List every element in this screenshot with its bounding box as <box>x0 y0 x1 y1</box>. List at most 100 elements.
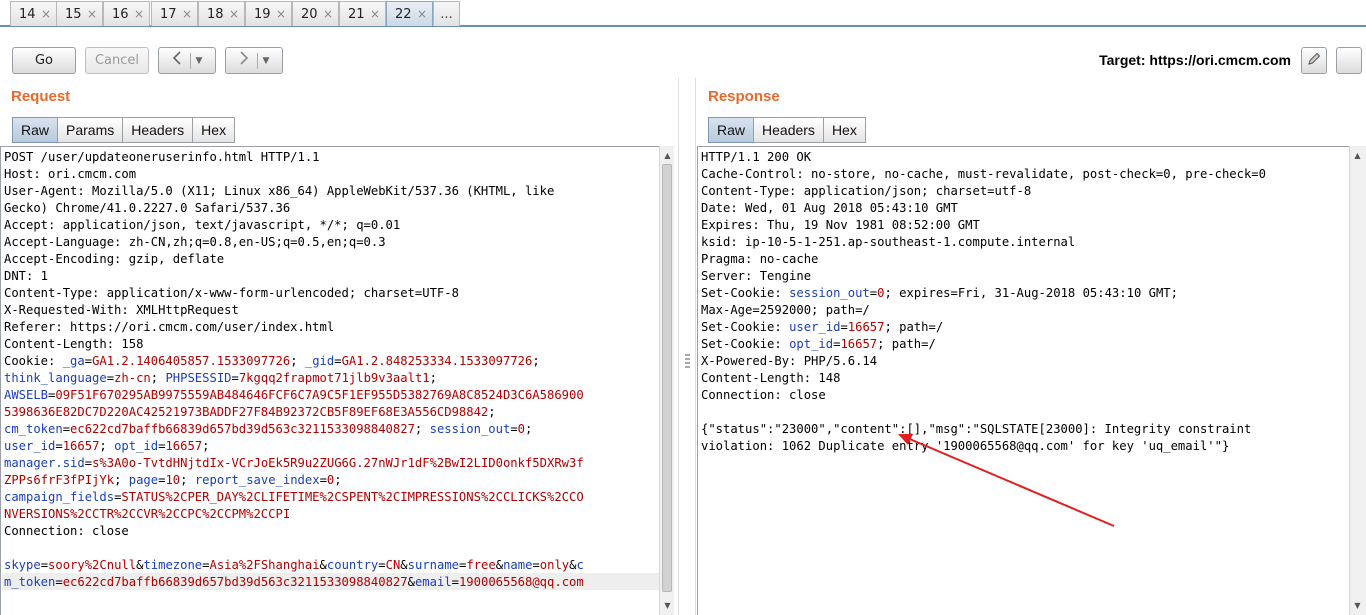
close-icon[interactable]: × <box>323 7 333 21</box>
tab-16[interactable]: 16 × <box>103 1 150 26</box>
chevron-right-icon <box>239 50 249 71</box>
response-tab-headers[interactable]: Headers <box>753 117 824 143</box>
request-tab-raw[interactable]: Raw <box>12 117 59 143</box>
param-name: cm_token <box>4 422 63 436</box>
close-icon[interactable]: × <box>41 7 51 21</box>
request-tab-hex[interactable]: Hex <box>192 117 236 143</box>
tab-20[interactable]: 20 × <box>292 1 339 26</box>
param-name: opt_id <box>114 439 159 453</box>
text-segment: Pragma: no-cache <box>701 252 819 266</box>
forward-dropdown-caret-icon[interactable]: ▼ <box>263 56 270 66</box>
request-scrollbar[interactable]: ▲ ▼ <box>659 146 674 615</box>
request-tab-params[interactable]: Params <box>57 117 124 143</box>
text-segment: = <box>55 439 63 453</box>
text-segment: Cookie: <box>4 354 63 368</box>
scroll-up-icon[interactable]: ▲ <box>1350 148 1365 163</box>
tab-19[interactable]: 19 × <box>245 1 292 26</box>
param-value: ec622cd7baffb66839d657bd39d563c321153309… <box>62 575 408 589</box>
response-line: {"status":"23000","content":[],"msg":"SQ… <box>701 421 1266 438</box>
request-line: Cookie: _ga=GA1.2.1406405857.1533097726;… <box>4 353 584 370</box>
text-segment: ; <box>150 371 166 385</box>
param-value: ec622cd7baffb66839d657bd39d563c321153309… <box>70 422 415 436</box>
response-raw-text: HTTP/1.1 200 OK Cache-Control: no-store, … <box>701 149 1266 455</box>
close-icon[interactable]: × <box>370 7 380 21</box>
tab-17[interactable]: 17 × <box>151 1 198 26</box>
param-value: 7kgqq2frapmot71jlb9v3aalt1 <box>238 371 430 385</box>
response-tab-raw[interactable]: Raw <box>708 117 755 143</box>
scroll-down-icon[interactable]: ▼ <box>660 598 675 613</box>
param-value: 5398636E82DC7D220AC42521973BADDF27F84B92… <box>4 405 489 419</box>
text-segment: = <box>451 575 459 589</box>
text-segment: ; <box>180 473 195 487</box>
tab-14[interactable]: 14 × <box>10 1 57 26</box>
text-segment: = <box>532 558 540 572</box>
scroll-up-icon[interactable]: ▲ <box>660 148 675 163</box>
response-line: HTTP/1.1 200 OK <box>701 149 1266 166</box>
response-line: X-Powered-By: PHP/5.6.14 <box>701 353 1266 370</box>
response-line: Connection: close <box>701 387 1266 404</box>
back-dropdown-caret-icon[interactable]: ▼ <box>196 56 203 66</box>
param-value: CN <box>385 558 401 572</box>
help-button[interactable] <box>1336 47 1362 74</box>
text-segment: Connection: close <box>4 524 129 538</box>
request-line: manager.sid=s%3A0o-TvtdHNjtdIx-VCrJoEk5R… <box>4 455 584 472</box>
text-segment: Set-Cookie: <box>701 286 790 300</box>
tab-15[interactable]: 15 × <box>56 1 103 26</box>
response-line: Content-Type: application/json; charset=… <box>701 183 1266 200</box>
text-segment: Server: Tengine <box>701 269 812 283</box>
close-icon[interactable]: × <box>134 7 144 21</box>
text-segment: ; <box>99 439 115 453</box>
param-value: soory%2Cnull <box>48 558 137 572</box>
text-segment: ; path=/ <box>884 320 944 334</box>
param-name: m_token <box>4 575 56 589</box>
response-subtabs: Raw Headers Hex <box>708 117 866 143</box>
request-line: User-Agent: Mozilla/5.0 (X11; Linux x86_… <box>4 183 584 200</box>
param-name: page <box>128 473 159 487</box>
tab-more-label: ... <box>440 6 453 22</box>
chevron-left-icon <box>172 50 182 71</box>
request-title: Request <box>11 88 71 105</box>
request-tab-headers[interactable]: Headers <box>122 117 194 143</box>
request-scroll-thumb[interactable] <box>662 164 672 592</box>
cancel-button[interactable]: Cancel <box>85 47 149 74</box>
close-icon[interactable]: × <box>229 7 239 21</box>
text-segment: violation: 1062 Duplicate entry '1900065… <box>701 439 1230 453</box>
response-scrollbar[interactable]: ▲ ▼ <box>1349 146 1366 615</box>
text-segment: Content-Type: application/x-www-form-url… <box>4 286 459 300</box>
tab-18[interactable]: 18 × <box>198 1 245 26</box>
scroll-down-icon[interactable]: ▼ <box>1350 598 1365 613</box>
close-icon[interactable]: × <box>417 7 427 21</box>
pane-splitter[interactable] <box>678 78 696 615</box>
close-icon[interactable]: × <box>276 7 286 21</box>
back-button[interactable]: ▼ <box>158 47 216 74</box>
param-value: 16657 <box>165 439 203 453</box>
response-title: Response <box>708 88 780 105</box>
response-line: violation: 1062 Duplicate entry '1900065… <box>701 438 1266 455</box>
tab-more[interactable]: ... <box>433 1 460 26</box>
text-segment: Referer: https://ori.cmcm.com/user/index… <box>4 320 335 334</box>
close-icon[interactable]: × <box>87 7 97 21</box>
tab-21[interactable]: 21 × <box>339 1 386 26</box>
text-segment: = <box>231 371 239 385</box>
param-name: opt_id <box>789 337 834 351</box>
response-editor[interactable]: HTTP/1.1 200 OK Cache-Control: no-store, … <box>697 146 1349 615</box>
tab-22[interactable]: 22 × <box>386 1 433 26</box>
edit-target-button[interactable] <box>1301 47 1327 74</box>
forward-button[interactable]: ▼ <box>225 47 283 74</box>
text-segment: ; <box>114 473 129 487</box>
text-segment: Accept: application/json, text/javascrip… <box>4 218 401 232</box>
param-name: c <box>576 558 584 572</box>
request-line: skype=soory%2Cnull&timezone=Asia%2FShang… <box>4 557 584 574</box>
target-label: Target: <box>1099 52 1146 68</box>
response-tab-hex[interactable]: Hex <box>822 117 866 143</box>
response-line: Set-Cookie: user_id=16657; path=/ <box>701 319 1266 336</box>
param-name: campaign_fields <box>4 490 115 504</box>
response-line: ksid: ip-10-5-1-251.ap-southeast-1.compu… <box>701 234 1266 251</box>
request-editor[interactable]: POST /user/updateoneruserinfo.html HTTP/… <box>0 146 659 615</box>
close-icon[interactable]: × <box>182 7 192 21</box>
param-value: s%3A0o-TvtdHNjtdIx-VCrJoEk5R9u2ZUG6G.27n… <box>92 456 584 470</box>
request-line: cm_token=ec622cd7baffb66839d657bd39d563c… <box>4 421 584 438</box>
text-segment: ; <box>488 405 496 419</box>
request-line: think_language=zh-cn; PHPSESSID=7kgqq2fr… <box>4 370 584 387</box>
go-button[interactable]: Go <box>12 47 76 74</box>
